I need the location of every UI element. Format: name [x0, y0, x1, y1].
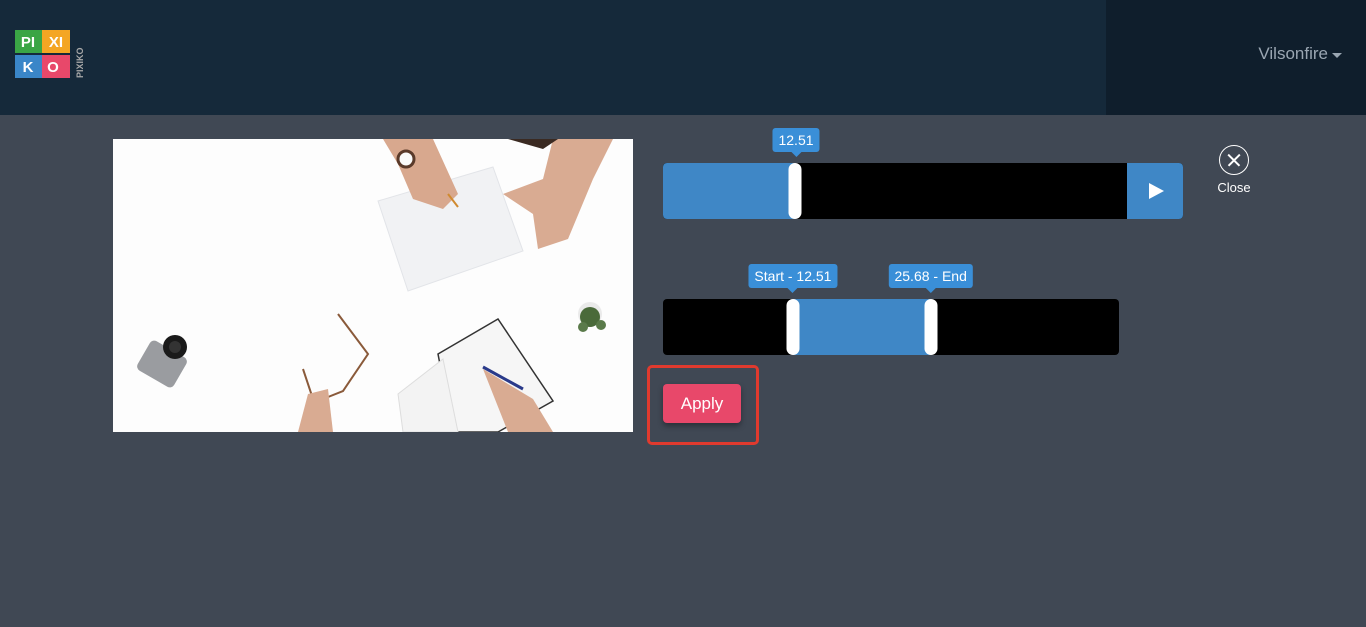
- logo-side-text: PIXIKO: [75, 47, 85, 78]
- logo-letters-o: O: [47, 59, 59, 76]
- logo-letters-k: K: [23, 59, 34, 76]
- trim-end-handle[interactable]: [924, 299, 938, 355]
- user-name: Vilsonfire: [1258, 44, 1328, 63]
- play-icon: [1149, 183, 1164, 199]
- playback-track[interactable]: [663, 163, 1127, 219]
- pixiko-logo[interactable]: PI XI K O PIXIKO: [15, 30, 87, 80]
- caret-down-icon: [1332, 52, 1342, 58]
- video-preview: [113, 139, 633, 432]
- user-menu-dropdown[interactable]: Vilsonfire: [1258, 44, 1342, 64]
- trim-selected-range: [792, 299, 931, 355]
- close-icon: [1219, 145, 1249, 175]
- apply-button[interactable]: Apply: [663, 384, 741, 423]
- logo-letters-pi: PI: [21, 34, 35, 51]
- trim-start-tooltip: Start - 12.51: [748, 264, 838, 293]
- play-button[interactable]: [1127, 163, 1183, 219]
- player-position-tooltip: 12.51: [772, 128, 820, 157]
- trim-range-slider[interactable]: [663, 299, 1119, 355]
- trim-end-tooltip: 25.68 - End: [888, 264, 973, 293]
- close-button[interactable]: Close: [1212, 145, 1256, 195]
- playback-slider[interactable]: [663, 163, 1183, 219]
- playback-progress-fill: [663, 163, 796, 219]
- playback-handle[interactable]: [788, 163, 802, 219]
- close-label: Close: [1217, 180, 1251, 195]
- logo-letters-xi: XI: [49, 34, 63, 51]
- trim-start-handle[interactable]: [786, 299, 800, 355]
- preview-image: [113, 139, 633, 432]
- header-user-area: Vilsonfire: [1106, 0, 1366, 115]
- app-header: PI XI K O PIXIKO Vilsonfire: [0, 0, 1366, 115]
